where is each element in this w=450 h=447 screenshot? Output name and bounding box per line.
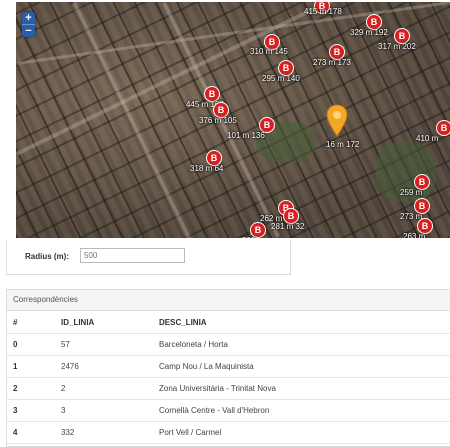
row-desc-linia: Camp Nou / La Maquinista <box>153 355 450 378</box>
row-desc-linia: Cornellà Centre - Vall d'Hebron <box>153 399 450 422</box>
table-row: 0 57 Barceloneta / Horta <box>7 333 450 356</box>
row-index: 4 <box>7 421 55 444</box>
distance-label: 329 m 192 <box>350 28 388 37</box>
row-id-linia: 57 <box>55 333 153 356</box>
row-id-linia: 332 <box>55 421 153 444</box>
distance-label: 376 m 105 <box>199 116 237 125</box>
table-row: 2 2 Zona Universitària - Trinitat Nova <box>7 377 450 400</box>
distance-label: 310 m 145 <box>250 47 288 56</box>
radius-label: Radius (m): <box>25 252 69 261</box>
table-row: 4 332 Port Vell / Carmel <box>7 421 450 444</box>
distance-label: 273 m 173 <box>313 58 351 67</box>
distance-label: 295 m 140 <box>262 74 300 83</box>
distance-label: 263 m <box>403 232 426 238</box>
row-index: 2 <box>7 377 55 400</box>
map-road <box>16 2 414 156</box>
panel-heading: Correspondències <box>7 290 450 311</box>
distance-label: 290 m <box>242 236 264 238</box>
row-desc-linia: Port Vell / Carmel <box>153 421 450 444</box>
correspondences-panel: Correspondències # ID_LINIA DESC_LINIA 0… <box>6 289 450 447</box>
zoom-in-button[interactable]: + <box>22 12 35 24</box>
column-header-id-linia: ID_LINIA <box>55 311 153 334</box>
table-header-row: # ID_LINIA DESC_LINIA <box>7 311 450 334</box>
radius-input[interactable] <box>80 248 185 263</box>
distance-label: 259 m <box>400 188 423 197</box>
zoom-control: + − <box>22 12 35 37</box>
row-desc-linia: Barceloneta / Horta <box>153 333 450 356</box>
row-id-linia: 2 <box>55 377 153 400</box>
radius-panel: Radius (m): <box>6 240 291 275</box>
distance-label: 318 m 64 <box>190 164 224 173</box>
table-row: 3 3 Cornellà Centre - Vall d'Hebron <box>7 399 450 422</box>
distance-label: 16 m 172 <box>326 140 360 149</box>
map-view[interactable]: + − B 415 m 178 B 329 m 192 B 310 m 145 B 317 m… <box>16 2 450 238</box>
distance-label: 415 m 178 <box>304 7 342 16</box>
row-index: 3 <box>7 399 55 422</box>
row-id-linia: 2476 <box>55 355 153 378</box>
row-id-linia: 3 <box>55 399 153 422</box>
column-header-index: # <box>7 311 55 334</box>
location-pin-icon[interactable] <box>324 104 350 138</box>
table-row: 1 2476 Camp Nou / La Maquinista <box>7 355 450 378</box>
column-header-desc-linia: DESC_LINIA <box>153 311 450 334</box>
distance-label: 101 m 136 <box>227 131 265 140</box>
lines-table: # ID_LINIA DESC_LINIA 0 57 Barceloneta /… <box>7 311 450 444</box>
row-index: 1 <box>7 355 55 378</box>
distance-label: 281 m 32 <box>271 222 305 231</box>
distance-label: 410 m <box>416 134 439 143</box>
distance-label: 317 m 202 <box>378 42 416 51</box>
zoom-out-button[interactable]: − <box>22 24 35 37</box>
row-desc-linia: Zona Universitària - Trinitat Nova <box>153 377 450 400</box>
row-index: 0 <box>7 333 55 356</box>
